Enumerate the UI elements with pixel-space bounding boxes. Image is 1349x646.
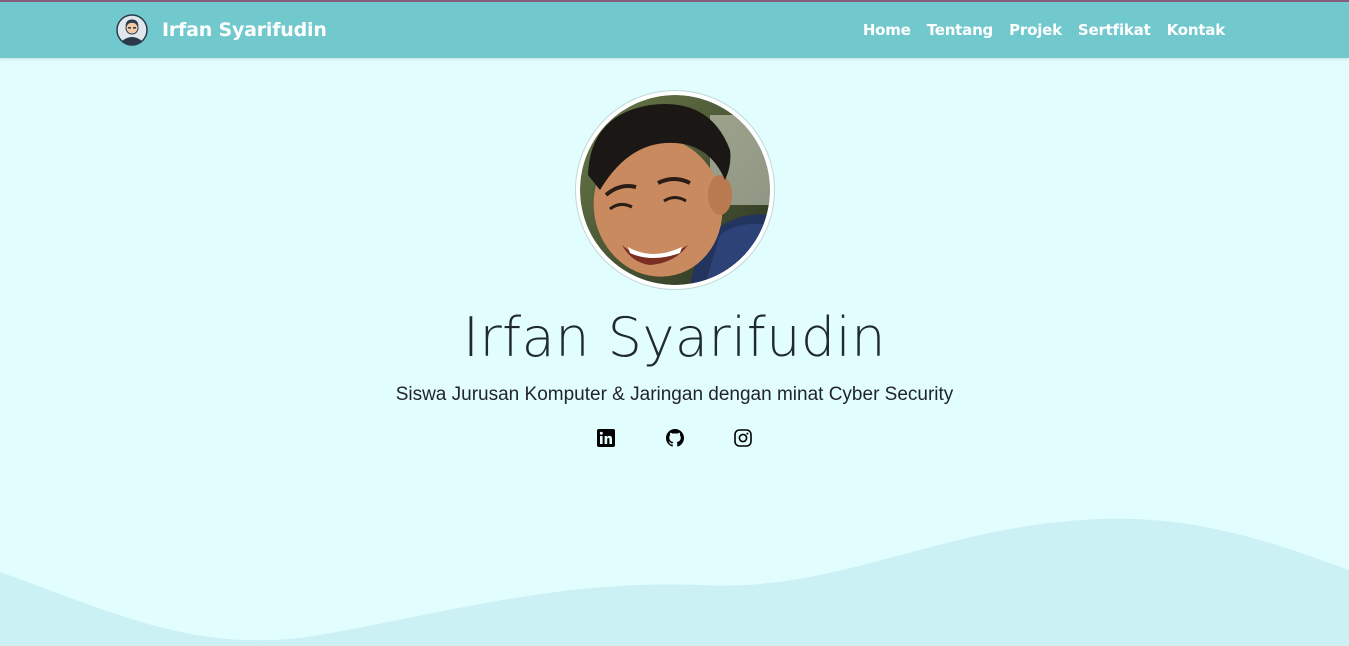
nav-projek-link[interactable]: Projek bbox=[1009, 21, 1062, 39]
profile-photo-frame bbox=[576, 91, 774, 289]
hero-name-heading: Irfan Syarifudin bbox=[463, 306, 886, 369]
nav-links: Home Tentang Projek Sertfikat Kontak bbox=[863, 2, 1225, 58]
nav-tentang-link[interactable]: Tentang bbox=[927, 21, 994, 39]
linkedin-link[interactable] bbox=[596, 428, 616, 448]
linkedin-icon bbox=[597, 429, 615, 447]
nav-kontak-link[interactable]: Kontak bbox=[1167, 21, 1226, 39]
nav-sertifikat-link[interactable]: Sertfikat bbox=[1078, 21, 1151, 39]
brand-link[interactable]: Irfan Syarifudin bbox=[116, 2, 327, 58]
github-link[interactable] bbox=[665, 428, 685, 448]
profile-photo bbox=[580, 95, 770, 285]
wave-background bbox=[0, 518, 1349, 646]
instagram-icon bbox=[734, 429, 752, 447]
github-icon bbox=[666, 429, 684, 447]
brand-name: Irfan Syarifudin bbox=[162, 19, 327, 41]
social-links bbox=[0, 428, 1349, 450]
hero-subtitle: Siswa Jurusan Komputer & Jaringan dengan… bbox=[395, 384, 954, 405]
user-avatar-icon bbox=[116, 14, 148, 46]
instagram-link[interactable] bbox=[733, 428, 753, 448]
nav-home-link[interactable]: Home bbox=[863, 21, 911, 39]
navbar: Irfan Syarifudin Home Tentang Projek Ser… bbox=[0, 2, 1349, 58]
